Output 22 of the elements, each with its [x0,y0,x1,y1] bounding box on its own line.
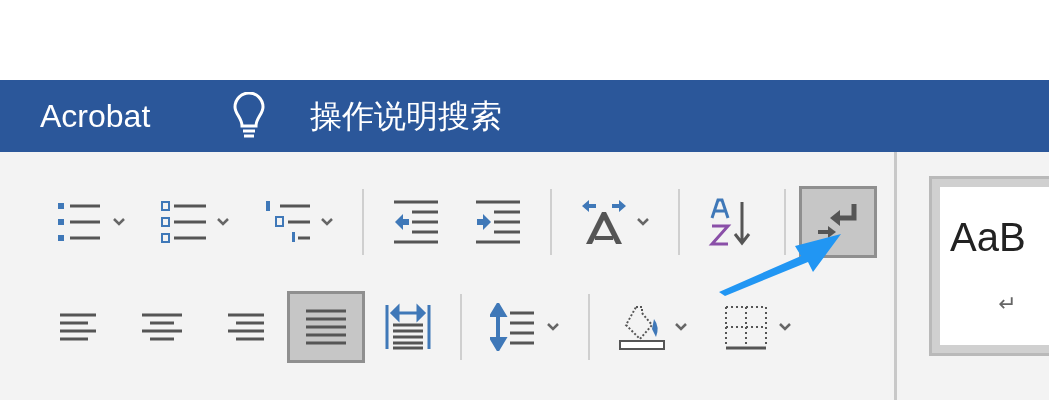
caret-icon [674,322,688,332]
search-box[interactable]: 操作说明搜索 [310,100,503,132]
caret-icon [216,217,230,227]
increase-indent-icon [474,198,522,246]
lightbulb-icon [232,92,267,140]
paragraph-mark: ↵ [997,293,1017,315]
distributed-align-icon [384,303,432,351]
caret-icon [320,217,334,227]
show-marks-button[interactable] [799,186,877,258]
style-preview-card[interactable]: AaB ↵ [929,176,1049,356]
style-preview-text: AaB [950,217,1026,257]
paint-bucket-icon [618,303,666,351]
caret-icon [546,322,560,332]
text-direction-icon [580,198,628,246]
caret-icon [112,217,126,227]
caret-icon [778,322,792,332]
decrease-indent-icon [392,198,440,246]
caret-icon [636,217,650,227]
borders-icon [722,303,770,351]
ribbon-tab[interactable]: Acrobat [40,100,151,132]
justify-button[interactable] [287,291,365,363]
numbered-list-icon [160,198,208,246]
